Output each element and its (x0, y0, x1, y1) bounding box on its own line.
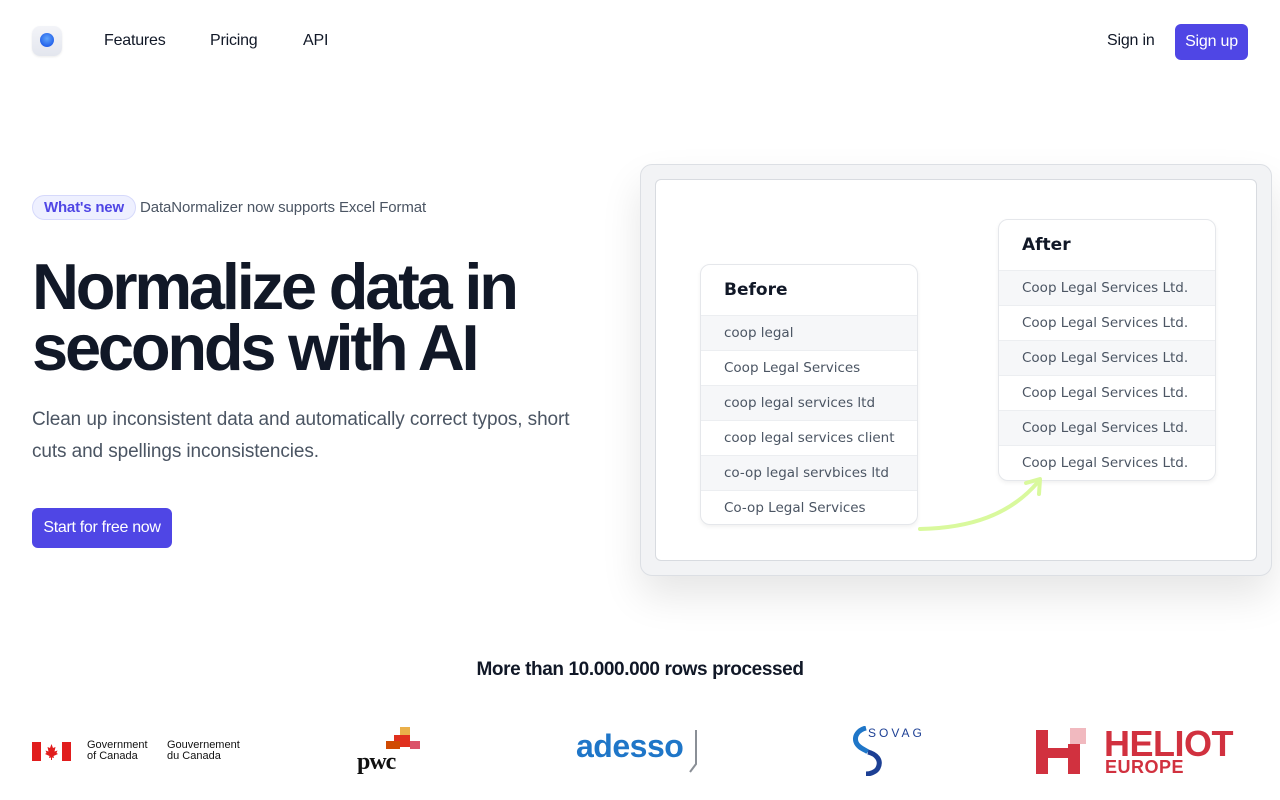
headline-line-2: seconds with AI (32, 311, 480, 384)
announcement-text[interactable]: DataNormalizer now supports Excel Format (140, 199, 426, 216)
before-row: coop legal (701, 315, 917, 350)
sign-in-link[interactable]: Sign in (1107, 32, 1155, 50)
gov-en-line-2: of Canada (87, 750, 138, 762)
after-row: Coop Legal Services Ltd. (999, 305, 1215, 340)
adesso-wordmark: adesso (576, 728, 684, 764)
gov-fr-line-2: du Canada (167, 750, 221, 762)
after-card: After Coop Legal Services Ltd. Coop Lega… (998, 219, 1216, 481)
pwc-logo: pwc (356, 727, 422, 777)
after-row: Coop Legal Services Ltd. (999, 410, 1215, 445)
before-row: Co-op Legal Services (701, 490, 917, 524)
nav-link-pricing[interactable]: Pricing (210, 32, 258, 50)
adesso-bracket-icon (689, 730, 697, 773)
before-row: coop legal services ltd (701, 385, 917, 420)
hero-subtitle: Clean up inconsistent data and automatic… (32, 409, 570, 462)
app-logo[interactable] (32, 26, 62, 56)
before-row: Coop Legal Services (701, 350, 917, 385)
after-card-title: After (1022, 235, 1071, 255)
government-fr-text: Gouvernement du Canada (167, 740, 240, 762)
canada-flag-icon (32, 742, 71, 761)
heliot-europe-text: EUROPE (1105, 757, 1185, 777)
sovag-logo: SOVAG (852, 726, 932, 776)
start-for-free-button[interactable]: Start for free now (32, 508, 172, 548)
hero-headline: Normalize data in seconds with AI (32, 254, 592, 380)
rows-processed-stat: More than 10.000.000 rows processed (476, 659, 804, 680)
government-en-text: Government of Canada (87, 740, 148, 762)
after-row: Coop Legal Services Ltd. (999, 375, 1215, 410)
transform-arrow-icon (918, 477, 1042, 531)
whats-new-badge[interactable]: What's new (32, 195, 136, 220)
sovag-wordmark: SOVAG (868, 726, 925, 740)
heliot-h-icon (1036, 728, 1086, 774)
nav-link-features[interactable]: Features (104, 32, 166, 50)
pwc-wordmark: pwc (357, 749, 396, 775)
before-card: Before coop legal Coop Legal Services co… (700, 264, 918, 525)
after-row: Coop Legal Services Ltd. (999, 270, 1215, 305)
sign-up-button[interactable]: Sign up (1175, 24, 1248, 60)
government-of-canada-logo: Government of Canada Gouvernement du Can… (32, 738, 247, 766)
after-row: Coop Legal Services Ltd. (999, 340, 1215, 375)
adesso-logo: adesso (576, 728, 702, 776)
nav-link-api[interactable]: API (303, 32, 328, 50)
before-card-title: Before (724, 280, 788, 300)
before-row: coop legal services client (701, 420, 917, 455)
top-navigation: Features Pricing API Sign in Sign up (0, 0, 1280, 84)
logo-icon (40, 33, 54, 47)
before-row: co-op legal servbices ltd (701, 455, 917, 490)
heliot-europe-logo: HELIOT EUROPE (1036, 726, 1250, 777)
